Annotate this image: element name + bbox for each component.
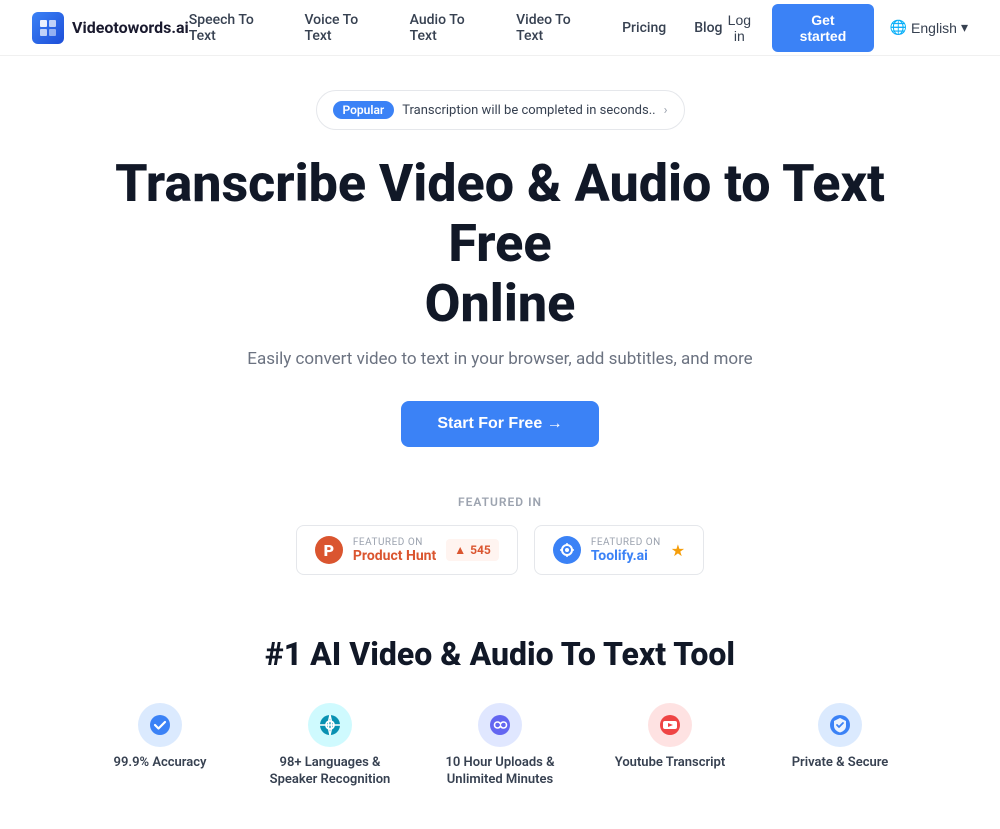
hero-cta-button[interactable]: Start For Free → — [401, 401, 598, 447]
logo-icon — [32, 12, 64, 44]
announcement-banner[interactable]: Popular Transcription will be completed … — [316, 90, 685, 130]
feature-secure: Private & Secure — [775, 703, 905, 789]
feature-accuracy: 99.9% Accuracy — [95, 703, 225, 789]
site-logo[interactable]: Videotowords.ai — [32, 12, 189, 44]
featured-label: FEATURED IN — [32, 495, 968, 509]
toolify-star-icon: ★ — [671, 541, 685, 560]
languages-icon — [308, 703, 352, 747]
featured-badges: P FEATURED ON Product Hunt ▲ 545 — [32, 525, 968, 575]
nav-pricing[interactable]: Pricing — [622, 20, 666, 36]
secure-icon — [818, 703, 862, 747]
toolify-badge[interactable]: FEATURED ON Toolify.ai ★ — [534, 525, 704, 575]
nav-links: Speech To Text Voice To Text Audio To Te… — [189, 12, 723, 44]
toolify-text: FEATURED ON Toolify.ai — [591, 537, 661, 564]
ph-count: 545 — [470, 543, 491, 557]
globe-icon: 🌐 — [890, 19, 907, 36]
hero-subtext: Easily convert video to text in your bro… — [82, 349, 918, 369]
featured-section: FEATURED IN P FEATURED ON Product Hunt ▲… — [0, 487, 1000, 615]
nav-blog[interactable]: Blog — [694, 20, 722, 36]
youtube-label: Youtube Transcript — [615, 755, 725, 772]
nav-audio-to-text[interactable]: Audio To Text — [410, 12, 488, 44]
language-selector[interactable]: 🌐 English ▾ — [890, 19, 968, 36]
ph-label-big: Product Hunt — [353, 548, 436, 564]
ph-label-small: FEATURED ON — [353, 537, 423, 548]
banner-badge: Popular — [333, 101, 395, 119]
product-hunt-icon: P — [315, 536, 343, 564]
logo-text: Videotowords.ai — [72, 18, 189, 37]
nav-speech-to-text[interactable]: Speech To Text — [189, 12, 277, 44]
features-grid: 99.9% Accuracy 98+ Languages & Speaker R… — [0, 703, 1000, 829]
ph-upvote-count: ▲ 545 — [446, 539, 499, 561]
youtube-icon — [648, 703, 692, 747]
uploads-icon — [478, 703, 522, 747]
nav-video-to-text[interactable]: Video To Text — [516, 12, 594, 44]
chevron-down-icon: ▾ — [961, 19, 968, 36]
feature-youtube: Youtube Transcript — [605, 703, 735, 789]
languages-label: 98+ Languages & Speaker Recognition — [265, 755, 395, 789]
nav-voice-to-text[interactable]: Voice To Text — [304, 12, 381, 44]
product-hunt-text: FEATURED ON Product Hunt — [353, 537, 436, 564]
uploads-label: 10 Hour Uploads & Unlimited Minutes — [435, 755, 565, 789]
hero-heading: Transcribe Video & Audio to Text Free On… — [82, 154, 918, 333]
toolify-label-small: FEATURED ON — [591, 537, 661, 548]
hero-section: Transcribe Video & Audio to Text Free On… — [50, 130, 950, 487]
banner-arrow-icon: › — [664, 103, 668, 118]
banner-message: Transcription will be completed in secon… — [402, 103, 655, 118]
language-label: English — [911, 20, 957, 36]
toolify-label-big: Toolify.ai — [591, 548, 648, 564]
toolify-icon — [553, 536, 581, 564]
login-button[interactable]: Log in — [722, 12, 756, 44]
get-started-button[interactable]: Get started — [772, 4, 873, 52]
accuracy-icon — [138, 703, 182, 747]
nav-right: Log in Get started 🌐 English ▾ — [722, 4, 968, 52]
section2-title: #1 AI Video & Audio To Text Tool — [0, 615, 1000, 703]
secure-label: Private & Secure — [792, 755, 889, 772]
hero-heading-line1: Transcribe Video & Audio to Text Free — [115, 153, 885, 274]
feature-languages: 98+ Languages & Speaker Recognition — [265, 703, 395, 789]
product-hunt-badge[interactable]: P FEATURED ON Product Hunt ▲ 545 — [296, 525, 518, 575]
hero-heading-line2: Online — [425, 273, 576, 334]
feature-uploads: 10 Hour Uploads & Unlimited Minutes — [435, 703, 565, 789]
navigation: Videotowords.ai Speech To Text Voice To … — [0, 0, 1000, 56]
ph-upvote-arrow: ▲ — [454, 543, 466, 557]
accuracy-label: 99.9% Accuracy — [114, 755, 207, 772]
